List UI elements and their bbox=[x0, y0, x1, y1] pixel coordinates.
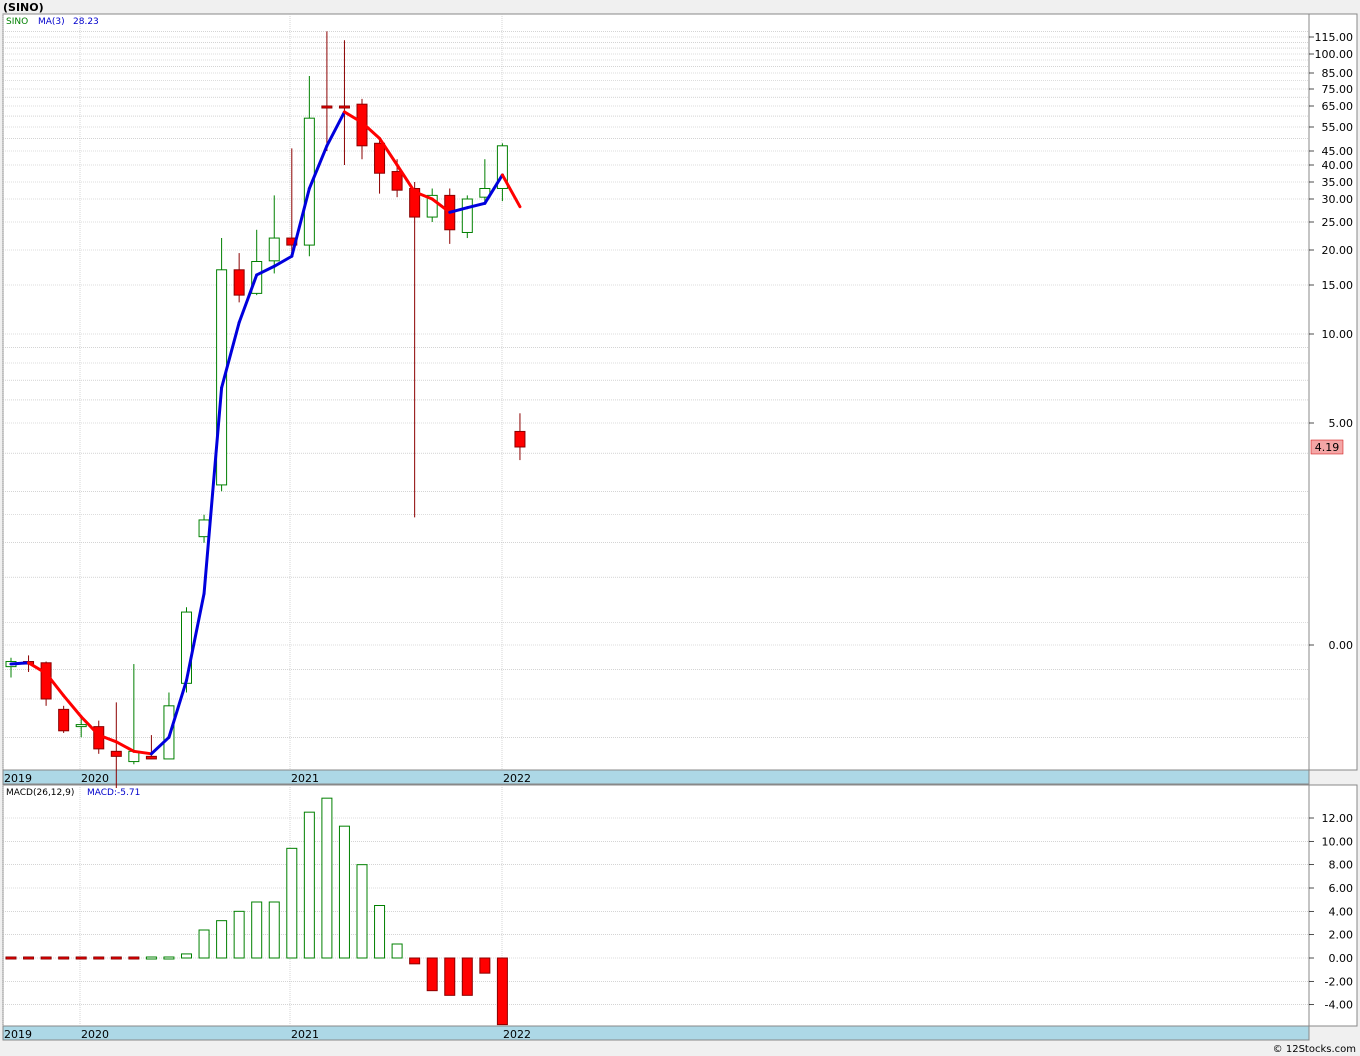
year-label: 2021 bbox=[291, 1028, 319, 1041]
year-label: 2020 bbox=[81, 1028, 109, 1041]
macd-bar bbox=[216, 920, 228, 959]
macd-legend-value: MACD:-5.71 bbox=[87, 788, 140, 798]
candle-body bbox=[181, 611, 192, 684]
stock-chart: 115.00 100.00 85.00 75.00 65.00 55.00 45.0040.… bbox=[2, 1, 1358, 1055]
price-legend-symbol: SINO bbox=[6, 17, 28, 27]
macd-bar bbox=[391, 943, 403, 959]
year-label: 2022 bbox=[503, 772, 531, 785]
price-tick-label: 115.00 bbox=[1315, 31, 1354, 44]
macd-tick-label: 0.00 bbox=[1329, 952, 1354, 965]
last-price-label: 4.19 bbox=[1315, 441, 1340, 454]
candle-body bbox=[338, 105, 350, 109]
candle-body bbox=[233, 269, 245, 296]
price-tick-label: 15.00 bbox=[1322, 279, 1354, 292]
macd-bar bbox=[23, 956, 35, 960]
macd-bar bbox=[75, 956, 87, 960]
macd-panel bbox=[2, 784, 1310, 1027]
macd-bar bbox=[338, 825, 350, 959]
copyright-text: © 12Stocks.com bbox=[1273, 1044, 1356, 1055]
price-tick-label: 85.00 bbox=[1322, 67, 1354, 80]
macd-date-band bbox=[2, 1025, 1310, 1041]
macd-bar bbox=[409, 957, 421, 965]
candle bbox=[40, 661, 52, 706]
price-tick-label: 30.00 bbox=[1322, 193, 1354, 206]
price-tick-label: 100.00 bbox=[1315, 48, 1354, 61]
macd-bar bbox=[5, 956, 17, 960]
macd-bar bbox=[251, 901, 263, 959]
price-date-band bbox=[2, 769, 1310, 785]
macd-tick-label: 2.00 bbox=[1329, 929, 1354, 942]
candle-body bbox=[268, 237, 280, 262]
year-label: 2019 bbox=[4, 1028, 32, 1041]
macd-bar bbox=[426, 957, 438, 992]
macd-tick-label: 12.00 bbox=[1322, 812, 1354, 825]
macd-bar bbox=[145, 956, 157, 960]
macd-tick-label: 6.00 bbox=[1329, 882, 1354, 895]
macd-bar bbox=[198, 929, 210, 959]
macd-bar bbox=[58, 956, 70, 960]
price-tick-label: 20.00 bbox=[1322, 244, 1354, 257]
candle-body bbox=[198, 519, 210, 538]
macd-bar bbox=[93, 956, 105, 960]
macd-bar bbox=[321, 797, 333, 959]
symbol-title: (SINO) bbox=[3, 1, 44, 14]
macd-bar bbox=[233, 910, 245, 959]
macd-tick-label: 10.00 bbox=[1322, 835, 1354, 848]
macd-bar bbox=[128, 956, 140, 960]
macd-bar bbox=[444, 957, 456, 996]
macd-bar bbox=[163, 956, 175, 960]
macd-bar bbox=[496, 957, 508, 1026]
macd-tick-label: 8.00 bbox=[1329, 859, 1354, 872]
macd-bar bbox=[181, 953, 192, 959]
price-panel bbox=[2, 13, 1310, 771]
year-label: 2019 bbox=[4, 772, 32, 785]
macd-tick-label: -4.00 bbox=[1325, 999, 1353, 1012]
price-tick-label: 55.00 bbox=[1322, 121, 1354, 134]
macd-bar bbox=[286, 847, 298, 959]
macd-bar bbox=[479, 957, 491, 974]
macd-bar bbox=[40, 956, 52, 960]
candle-body bbox=[58, 708, 70, 732]
candle-body bbox=[321, 105, 333, 109]
candle-body bbox=[110, 750, 122, 757]
candle-body bbox=[145, 755, 157, 760]
candle bbox=[461, 195, 473, 239]
price-tick-label: 75.00 bbox=[1322, 83, 1354, 96]
price-tick-label: 45.00 bbox=[1322, 145, 1354, 158]
price-tick-label: 40.00 bbox=[1322, 159, 1354, 172]
price-tick-label: 5.00 bbox=[1329, 417, 1354, 430]
macd-bar bbox=[374, 905, 386, 959]
candle-body bbox=[391, 171, 403, 191]
candle-body bbox=[514, 430, 526, 448]
candle-body bbox=[75, 724, 87, 728]
candle-body bbox=[374, 142, 386, 174]
year-label: 2022 bbox=[503, 1028, 531, 1041]
candle-body bbox=[40, 662, 52, 700]
candle-body bbox=[461, 198, 473, 233]
price-tick-label: 65.00 bbox=[1322, 100, 1354, 113]
year-label: 2020 bbox=[81, 772, 109, 785]
macd-bar bbox=[268, 901, 280, 959]
year-label: 2021 bbox=[291, 772, 319, 785]
macd-tick-label: 4.00 bbox=[1329, 905, 1354, 918]
macd-bar bbox=[303, 811, 315, 959]
macd-bar bbox=[110, 956, 122, 960]
macd-tick-label: -2.00 bbox=[1325, 975, 1353, 988]
macd-legend-label: MACD(26,12,9) bbox=[6, 788, 74, 798]
candle bbox=[58, 705, 70, 733]
price-tick-label: 35.00 bbox=[1322, 176, 1354, 189]
ma-segment bbox=[9, 661, 31, 666]
price-tick-label: 10.00 bbox=[1322, 328, 1354, 341]
macd-bar bbox=[356, 864, 368, 959]
chart-page: 115.00 100.00 85.00 75.00 65.00 55.00 45.00 40.… bbox=[0, 0, 1360, 1056]
price-legend-ma-label: MA(3) bbox=[38, 17, 65, 27]
macd-bar bbox=[461, 957, 473, 996]
price-tick-label: 25.00 bbox=[1322, 216, 1354, 229]
candle bbox=[216, 238, 228, 492]
price-tick-label: 0.00 bbox=[1329, 639, 1354, 652]
price-legend-ma-value: 28.23 bbox=[73, 17, 99, 27]
